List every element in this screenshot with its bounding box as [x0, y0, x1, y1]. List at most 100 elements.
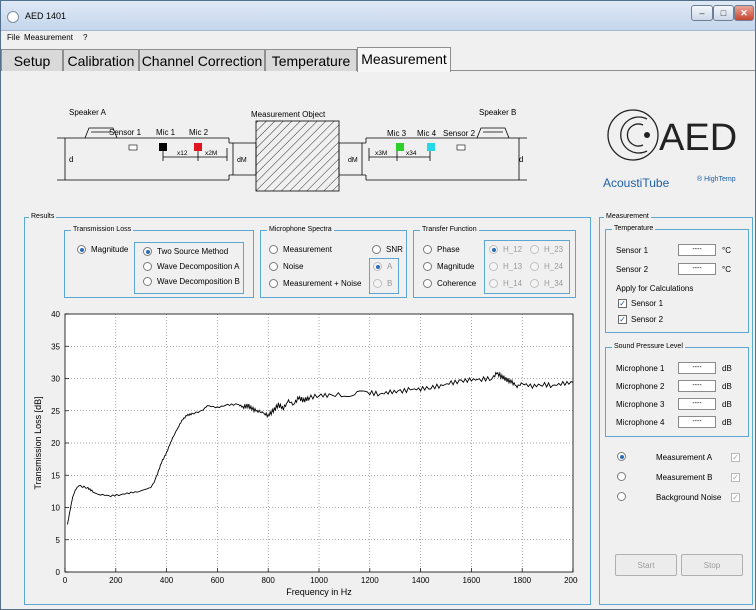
background-noise-radio[interactable] — [617, 492, 631, 501]
two-source-method-radio[interactable]: Two Source Method — [143, 247, 228, 256]
radio-dot — [269, 279, 278, 288]
transmission-loss-chart[interactable]: 0 200 400 600 800 1000 1200 1400 1600 1800 2000 0 5 1… — [28, 304, 578, 599]
radio-dot — [530, 262, 539, 271]
label-sensor-2: Sensor 2 — [443, 129, 476, 138]
wave-decomposition-a-label: Wave Decomposition A — [157, 262, 240, 271]
y-tick-label: 40 — [51, 310, 60, 319]
title-bar: AED 1401 – □ ✕ — [1, 1, 755, 31]
logo-subtitle: AcoustiTube — [603, 176, 670, 190]
background-noise-checkbox[interactable]: ✓ — [731, 493, 740, 502]
tf-magnitude-radio[interactable]: Magnitude — [423, 262, 474, 271]
mic-3-spl-label: Microphone 3 — [616, 400, 665, 409]
h23-radio[interactable]: H_23 — [530, 245, 563, 254]
sensor-2-value[interactable]: ---- — [678, 263, 716, 275]
measurement-b-radio[interactable] — [617, 472, 631, 481]
menu-measurement[interactable]: Measurement — [24, 33, 73, 42]
radio-dot — [489, 262, 498, 271]
menu-file[interactable]: File — [7, 33, 20, 42]
h23-label: H_23 — [544, 245, 564, 254]
radio-dot — [423, 262, 432, 271]
mic-2-spl-unit: dB — [722, 382, 732, 391]
magnitude-radio[interactable]: Magnitude — [77, 245, 128, 254]
maximize-button[interactable]: □ — [713, 5, 734, 21]
noise-spectrum-label: Noise — [283, 262, 304, 271]
mic-2-spl-value[interactable]: ---- — [678, 380, 716, 392]
stop-button[interactable]: Stop — [681, 554, 743, 576]
x-axis-label: Frequency in Hz — [286, 587, 352, 597]
y-tick-label: 0 — [56, 568, 61, 577]
sensor-1-marker — [128, 144, 138, 151]
tab-calibration[interactable]: Calibration — [63, 49, 139, 71]
x-tick-label: 800 — [262, 576, 276, 585]
h24-radio[interactable]: H_24 — [530, 262, 563, 271]
wave-decomposition-b-radio[interactable]: Wave Decomposition B — [143, 277, 240, 286]
mic-4-spl-label: Microphone 4 — [616, 418, 665, 427]
x-tick-label: 1000 — [310, 576, 328, 585]
h13-radio[interactable]: H_13 — [489, 262, 522, 271]
mic-4-spl-unit: dB — [722, 418, 732, 427]
tab-temperature[interactable]: Temperature — [265, 49, 357, 71]
apply-sensor-2-label: Sensor 2 — [631, 315, 664, 324]
measurement-b-checkbox[interactable]: ✓ — [731, 473, 740, 482]
measurement-spectrum-label: Measurement — [283, 245, 332, 254]
spectra-a-radio[interactable]: A — [373, 262, 392, 271]
label-mic-1: Mic 1 — [156, 128, 176, 137]
menu-help[interactable]: ? — [83, 33, 87, 42]
start-button[interactable]: Start — [615, 554, 677, 576]
tab-channel-correction[interactable]: Channel Correction — [139, 49, 265, 71]
apply-sensor-2-checkbox[interactable]: ✓ Sensor 2 — [618, 315, 663, 324]
label-mic-3: Mic 3 — [387, 129, 407, 138]
transfer-function-title: Transfer Function — [420, 225, 479, 235]
noise-spectrum-radio[interactable]: Noise — [269, 262, 303, 271]
spectra-b-radio[interactable]: B — [373, 279, 392, 288]
mic-1-spl-value[interactable]: ---- — [678, 362, 716, 374]
y-tick-label: 5 — [56, 536, 61, 545]
apply-sensor-1-checkbox[interactable]: ✓ Sensor 1 — [618, 299, 663, 308]
radio-dot — [143, 247, 152, 256]
sensor-1-value[interactable]: ---- — [678, 244, 716, 256]
minimize-button[interactable]: – — [691, 5, 713, 21]
label-sensor-1: Sensor 1 — [109, 128, 142, 137]
close-button[interactable]: ✕ — [734, 5, 754, 21]
tf-magnitude-label: Magnitude — [437, 262, 475, 271]
measurement-spectrum-radio[interactable]: Measurement — [269, 245, 332, 254]
measurement-noise-radio[interactable]: Measurement + Noise — [269, 279, 361, 288]
radio-dot — [269, 262, 278, 271]
background-noise-label: Background Noise — [656, 493, 722, 502]
label-dm-right: dM — [348, 157, 358, 164]
coherence-radio[interactable]: Coherence — [423, 279, 476, 288]
results-title: Results — [29, 212, 57, 222]
checkmark-icon: ✓ — [618, 315, 627, 324]
h34-radio[interactable]: H_34 — [530, 279, 563, 288]
temperature-title: Temperature — [612, 224, 656, 234]
radio-dot — [617, 452, 626, 461]
measurement-group-title: Measurement — [604, 212, 651, 222]
radio-dot — [143, 262, 152, 271]
snr-radio[interactable]: SNR — [372, 245, 403, 254]
x-tick-label: 2000 — [564, 576, 578, 585]
measurement-a-checkbox[interactable]: ✓ — [731, 453, 740, 462]
h24-label: H_24 — [544, 262, 564, 271]
x-tick-label: 0 — [63, 576, 68, 585]
mic-2-spl-label: Microphone 2 — [616, 382, 665, 391]
tab-setup[interactable]: Setup — [1, 49, 63, 71]
radio-dot — [269, 245, 278, 254]
snr-label: SNR — [386, 245, 403, 254]
spectra-b-label: B — [387, 279, 393, 288]
mic-4-spl-value[interactable]: ---- — [678, 416, 716, 428]
h12-radio[interactable]: H_12 — [489, 245, 522, 254]
mic-3-spl-unit: dB — [722, 400, 732, 409]
x-tick-label: 1600 — [463, 576, 481, 585]
phase-radio[interactable]: Phase — [423, 245, 460, 254]
label-speaker-a: Speaker A — [69, 108, 107, 117]
y-tick-label: 35 — [51, 342, 60, 351]
aed-logo: AED AcoustiTube ® HighTemp — [603, 109, 737, 190]
mic-3-spl-value[interactable]: ---- — [678, 398, 716, 410]
h14-radio[interactable]: H_14 — [489, 279, 522, 288]
sensor-1-label: Sensor 1 — [616, 246, 649, 255]
wave-decomposition-a-radio[interactable]: Wave Decomposition A — [143, 262, 239, 271]
x-tick-label: 600 — [211, 576, 225, 585]
measurement-a-radio[interactable] — [617, 452, 631, 461]
tab-measurement[interactable]: Measurement — [357, 47, 451, 72]
y-tick-label: 15 — [51, 471, 60, 480]
